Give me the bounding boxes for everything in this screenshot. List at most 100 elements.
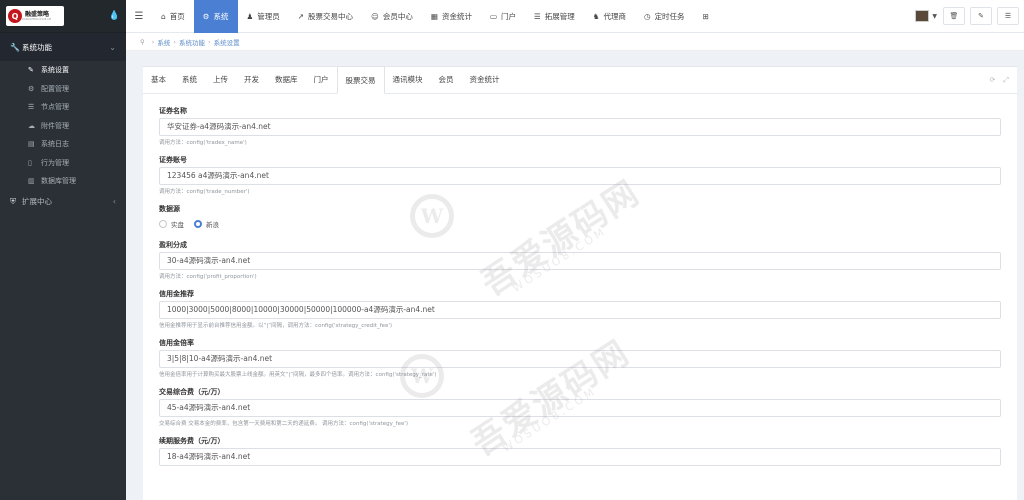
nav-agents[interactable]: ♞ 代理商: [584, 0, 635, 33]
radio-sina[interactable]: 新浪: [194, 219, 219, 229]
field-renewal-fee: 续期服务费（元/万） 18-a4源码演示-an4.net: [159, 434, 1001, 466]
cloud-icon: ☁: [28, 121, 35, 130]
field-trade-name: 证券名称 华安证券-a4源码演示-an4.net 调用方法：config('tr…: [159, 104, 1001, 151]
tab-portal[interactable]: 门户: [306, 66, 337, 93]
sidebar-item-attachments[interactable]: ☁ 附件管理: [0, 117, 126, 136]
logo-mark: Q: [8, 9, 22, 23]
sidebar-item-label: 数据库管理: [41, 177, 76, 186]
apps-grid-icon[interactable]: ⊞: [694, 0, 718, 33]
tab-stock-trading[interactable]: 股票交易: [336, 66, 385, 94]
sidebar-item-database[interactable]: ▥ 数据库管理: [0, 172, 126, 191]
chart-line-icon: ↗: [297, 11, 305, 21]
breadcrumb-item[interactable]: 系统功能: [179, 37, 205, 47]
log-icon: ▤: [28, 140, 35, 149]
refresh-icon[interactable]: ⟳: [990, 76, 996, 85]
list-icon: ☰: [534, 11, 541, 21]
avatar[interactable]: [915, 10, 930, 22]
field-help: 信用金推荐用于显示前台推荐信用金额。以“|”间隔，调用方法：config('st…: [159, 323, 393, 329]
field-help: 交易综合费 交易本金的费率，包含第一天费用和第二天的递延费。 调用方法：conf…: [159, 421, 409, 427]
radio-button[interactable]: [159, 220, 167, 228]
sidebar-item-label: 系统设置: [41, 66, 69, 75]
nav-system[interactable]: ⚙ 系统: [193, 0, 238, 33]
breadcrumb-sep: ›: [207, 37, 211, 46]
edit-icon[interactable]: ✎: [970, 7, 992, 25]
logo-bar: Q 融盛策略 RONGSHENGCELUE.VIP 💧: [0, 0, 126, 33]
field-credit-fee: 信用金推荐 1000|3000|5000|8000|10000|30000|50…: [159, 287, 1001, 334]
trade-name-input[interactable]: 华安证券-a4源码演示-an4.net: [159, 118, 1001, 136]
shield-icon: ⛨: [10, 196, 16, 206]
top-navbar: ☰ ⌂ 首页 ⚙ 系统 ♟ 管理员 ↗ 股票交易中心 ☺ 会员中心 ▦ 资金统计 ▭ 门户 ☰…: [126, 0, 1024, 33]
tab-develop[interactable]: 开发: [236, 66, 267, 93]
breadcrumb-item[interactable]: 系统设置: [214, 37, 240, 47]
field-label: 信用金倍率: [159, 339, 194, 347]
nav-label: 管理员: [257, 11, 280, 21]
nav-extensions[interactable]: ☰ 拓展管理: [525, 0, 584, 33]
field-help: 信用金倍率用于计算购买最大股票上线金额。用英文“|”间隔，最多四个倍率。调用方法…: [159, 372, 437, 378]
logo-sub: RONGSHENGCELUE.VIP: [22, 17, 52, 21]
sidebar-item-config[interactable]: ⚙ 配置管理: [0, 80, 126, 99]
cogs-icon: ⚙: [28, 84, 35, 93]
user-icon: ♟: [246, 11, 254, 21]
radio-button-selected[interactable]: [194, 220, 202, 228]
tab-system[interactable]: 系统: [174, 66, 205, 93]
menu-toggle-icon[interactable]: ☰: [126, 11, 152, 22]
tab-members[interactable]: 会员: [431, 66, 462, 93]
logo-name: 融盛策略: [25, 10, 50, 18]
list-icon: ☰: [28, 103, 35, 112]
tab-database[interactable]: 数据库: [267, 66, 306, 93]
radio-live[interactable]: 实盘: [159, 219, 184, 229]
sidebar-item-label: 附件管理: [41, 121, 69, 130]
database-icon: ▥: [28, 177, 35, 186]
trade-number-input[interactable]: 123456 a4源码演示-an4.net: [159, 167, 1001, 185]
chevron-down-icon: ⌄: [109, 42, 116, 52]
nav-portal[interactable]: ▭ 门户: [481, 0, 525, 33]
nav-stock-trading[interactable]: ↗ 股票交易中心: [289, 0, 362, 33]
strategy-rate-input[interactable]: 3|5|8|10-a4源码演示-an4.net: [159, 350, 1001, 368]
breadcrumb-sep: ›: [173, 37, 176, 46]
field-help: 调用方法：config('tradex_name'): [159, 140, 247, 146]
tab-fund-stats[interactable]: 资金统计: [462, 66, 508, 93]
sidebar-group-extensions[interactable]: ⛨ 扩展中心 ‹: [0, 191, 126, 213]
nav-funds[interactable]: ▦ 资金统计: [422, 0, 481, 33]
tab-basic[interactable]: 基本: [143, 66, 174, 93]
sidebar: Q 融盛策略 RONGSHENGCELUE.VIP 💧 🔧 系统功能 ⌄ ✎ 系…: [0, 0, 126, 500]
field-profit-proportion: 盈利分成 30-a4源码演示-an4.net 调用方法：config('prof…: [159, 238, 1001, 285]
menu-icon[interactable]: ☰: [997, 7, 1019, 25]
tab-messaging[interactable]: 通讯模块: [385, 66, 431, 93]
nav-cron[interactable]: ◷ 定时任务: [635, 0, 694, 33]
nav-home[interactable]: ⌂ 首页: [152, 0, 194, 33]
theme-drop-icon[interactable]: 💧: [109, 11, 120, 21]
agent-icon: ♞: [592, 11, 600, 21]
trash-icon[interactable]: 🗑: [943, 7, 965, 25]
sidebar-item-behavior[interactable]: ▯ 行为管理: [0, 154, 126, 173]
logo[interactable]: Q 融盛策略 RONGSHENGCELUE.VIP: [6, 6, 64, 26]
field-label: 证券名称: [159, 107, 187, 115]
fullscreen-icon[interactable]: ⤢: [1003, 76, 1009, 85]
sidebar-item-system-settings[interactable]: ✎ 系统设置: [0, 61, 126, 80]
sidebar-item-nodes[interactable]: ☰ 节点管理: [0, 98, 126, 117]
field-label: 交易综合费（元/万）: [159, 388, 225, 396]
field-strategy-fee: 交易综合费（元/万） 45-a4源码演示-an4.net 交易综合费 交易本金的…: [159, 385, 1001, 432]
tab-upload[interactable]: 上传: [205, 66, 236, 93]
profit-proportion-input[interactable]: 30-a4源码演示-an4.net: [159, 252, 1001, 270]
caret-down-icon[interactable]: ▼: [932, 13, 937, 20]
credit-fee-input[interactable]: 1000|3000|5000|8000|10000|30000|50000|10…: [159, 301, 1001, 319]
renewal-fee-input[interactable]: 18-a4源码演示-an4.net: [159, 448, 1001, 466]
strategy-fee-input[interactable]: 45-a4源码演示-an4.net: [159, 399, 1001, 417]
nav-members[interactable]: ☺ 会员中心: [362, 0, 422, 33]
sidebar-item-label: 配置管理: [41, 84, 69, 93]
nav-label: 门户: [501, 11, 517, 21]
gear-icon: ⚙: [202, 11, 210, 21]
settings-form: 证券名称 华安证券-a4源码演示-an4.net 调用方法：config('tr…: [143, 94, 1017, 466]
settings-tabs: 基本 系统 上传 开发 数据库 门户 股票交易 通讯模块 会员 资金统计 ⟳ ⤢: [143, 66, 1017, 94]
nav-label: 拓展管理: [544, 11, 575, 21]
window-icon: ▭: [489, 11, 498, 21]
bar-chart-icon: ▦: [430, 11, 438, 21]
breadcrumb: ⚲ › 系统 › 系统功能 › 系统设置: [126, 33, 1024, 51]
file-icon: ▯: [28, 158, 32, 167]
breadcrumb-item[interactable]: 系统: [157, 37, 170, 47]
nav-admin[interactable]: ♟ 管理员: [238, 0, 289, 33]
sidebar-group-system-functions[interactable]: 🔧 系统功能 ⌄: [0, 33, 126, 61]
wrench-icon: 🔧: [10, 42, 20, 52]
sidebar-item-logs[interactable]: ▤ 系统日志: [0, 135, 126, 154]
